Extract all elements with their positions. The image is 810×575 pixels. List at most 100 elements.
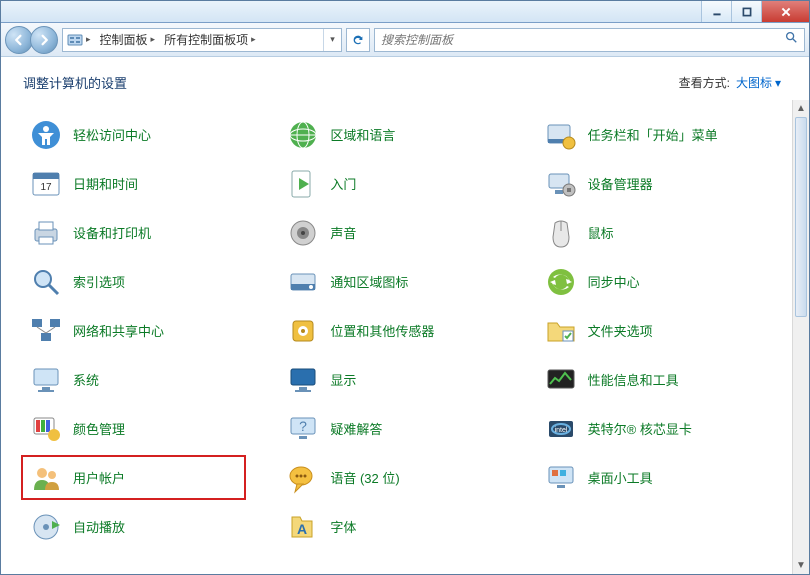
cp-item-label: 桌面小工具: [588, 468, 653, 487]
cp-item-sync-center[interactable]: 同步中心: [544, 257, 791, 306]
cp-item-devices-printers[interactable]: 设备和打印机: [29, 208, 276, 257]
cp-item-speech[interactable]: 语音 (32 位): [286, 453, 533, 502]
cp-item-autoplay[interactable]: 自动播放: [29, 502, 276, 551]
cp-item-label: 设备管理器: [588, 174, 653, 193]
cp-item-label: 系统: [73, 370, 99, 389]
content-header: 调整计算机的设置 查看方式: 大图标 ▾: [1, 57, 809, 100]
cp-item-notification-area[interactable]: 通知区域图标: [286, 257, 533, 306]
cp-item-taskbar-start[interactable]: 任务栏和「开始」菜单: [544, 110, 791, 159]
control-panel-icon: [67, 32, 83, 48]
cp-item-ease-of-access[interactable]: 轻松访问中心: [29, 110, 276, 159]
cp-item-location-sensors[interactable]: 位置和其他传感器: [286, 306, 533, 355]
mouse-icon: [544, 216, 578, 250]
minimize-button[interactable]: [701, 1, 731, 22]
breadcrumb-seg-0[interactable]: 控制面板 ▸: [96, 29, 161, 51]
cp-item-label: 鼠标: [588, 223, 614, 242]
cp-item-network-sharing[interactable]: 网络和共享中心: [29, 306, 276, 355]
cp-item-troubleshoot[interactable]: ? 疑难解答: [286, 404, 533, 453]
refresh-button[interactable]: [346, 28, 370, 52]
cp-item-user-accounts[interactable]: 用户帐户: [29, 453, 276, 502]
cp-item-device-manager[interactable]: 设备管理器: [544, 159, 791, 208]
chevron-right-icon: ▸: [251, 34, 256, 45]
cp-item-label: 文件夹选项: [588, 321, 653, 340]
fonts-icon: A: [286, 510, 320, 544]
breadcrumb-seg-1[interactable]: 所有控制面板项 ▸: [160, 29, 261, 51]
cp-item-display[interactable]: 显示: [286, 355, 533, 404]
performance-tools-icon: [544, 363, 578, 397]
cp-item-folder-options[interactable]: 文件夹选项: [544, 306, 791, 355]
cp-item-desktop-gadgets[interactable]: 桌面小工具: [544, 453, 791, 502]
cp-item-intel-graphics[interactable]: intel 英特尔® 核芯显卡: [544, 404, 791, 453]
forward-button[interactable]: [30, 26, 58, 54]
back-button[interactable]: [5, 26, 33, 54]
titlebar: [1, 1, 809, 23]
scroll-up-button[interactable]: ▲: [793, 100, 809, 117]
taskbar-start-icon: [544, 118, 578, 152]
svg-text:17: 17: [40, 182, 52, 193]
cp-item-label: 显示: [330, 370, 356, 389]
cp-item-indexing[interactable]: 索引选项: [29, 257, 276, 306]
cp-item-performance-tools[interactable]: 性能信息和工具: [544, 355, 791, 404]
cp-item-label: 区域和语言: [330, 125, 395, 144]
window: ▸ 控制面板 ▸ 所有控制面板项 ▸ ▾ 调整计算机的设置: [0, 0, 810, 575]
desktop-gadgets-icon: [544, 461, 578, 495]
view-mode: 查看方式: 大图标 ▾: [679, 74, 781, 91]
display-icon: [286, 363, 320, 397]
search-icon[interactable]: [784, 30, 798, 49]
folder-options-icon: [544, 314, 578, 348]
troubleshoot-icon: ?: [286, 412, 320, 446]
cp-item-getting-started[interactable]: 入门: [286, 159, 533, 208]
device-manager-icon: [544, 167, 578, 201]
cp-item-date-time[interactable]: 17 日期和时间: [29, 159, 276, 208]
address-bar[interactable]: ▸ 控制面板 ▸ 所有控制面板项 ▸ ▾: [62, 28, 342, 52]
cp-item-label: 通知区域图标: [330, 272, 408, 291]
cp-item-label: 自动播放: [73, 517, 125, 536]
cp-item-system[interactable]: 系统: [29, 355, 276, 404]
address-dropdown[interactable]: ▾: [323, 29, 341, 51]
devices-printers-icon: [29, 216, 63, 250]
navbar: ▸ 控制面板 ▸ 所有控制面板项 ▸ ▾: [1, 23, 809, 57]
breadcrumb-root-icon[interactable]: ▸: [63, 29, 96, 51]
cp-item-label: 轻松访问中心: [73, 125, 151, 144]
cp-item-label: 日期和时间: [73, 174, 138, 193]
view-dropdown[interactable]: 大图标 ▾: [736, 74, 781, 91]
chevron-down-icon: ▾: [775, 76, 781, 90]
cp-item-label: 声音: [330, 223, 356, 242]
cp-item-mouse[interactable]: 鼠标: [544, 208, 791, 257]
search-box[interactable]: [374, 28, 805, 52]
intel-graphics-icon: intel: [544, 412, 578, 446]
view-value: 大图标: [736, 74, 772, 91]
svg-text:intel: intel: [554, 427, 567, 434]
cp-item-fonts[interactable]: A 字体: [286, 502, 533, 551]
scrollbar[interactable]: ▲ ▼: [792, 100, 809, 574]
cp-item-label: 位置和其他传感器: [330, 321, 434, 340]
cp-item-label: 同步中心: [588, 272, 640, 291]
cp-item-label: 疑难解答: [330, 419, 382, 438]
scroll-down-button[interactable]: ▼: [793, 557, 809, 574]
cp-item-sound[interactable]: 声音: [286, 208, 533, 257]
region-language-icon: [286, 118, 320, 152]
content: 调整计算机的设置 查看方式: 大图标 ▾ 轻松访问中心 区域和语言 任务栏和「开始」…: [1, 57, 809, 574]
color-management-icon: [29, 412, 63, 446]
page-title: 调整计算机的设置: [23, 73, 127, 92]
cp-item-label: 用户帐户: [73, 468, 125, 487]
view-label: 查看方式:: [679, 74, 730, 91]
cp-item-region-language[interactable]: 区域和语言: [286, 110, 533, 159]
date-time-icon: 17: [29, 167, 63, 201]
close-button[interactable]: [761, 1, 809, 22]
cp-item-color-management[interactable]: 颜色管理: [29, 404, 276, 453]
maximize-button[interactable]: [731, 1, 761, 22]
cp-item-label: 字体: [330, 517, 356, 536]
getting-started-icon: [286, 167, 320, 201]
location-sensors-icon: [286, 314, 320, 348]
sound-icon: [286, 216, 320, 250]
scroll-thumb[interactable]: [795, 117, 807, 317]
svg-text:?: ?: [299, 418, 307, 434]
cp-item-label: 性能信息和工具: [588, 370, 679, 389]
cp-item-label: 设备和打印机: [73, 223, 151, 242]
cp-item-label: 英特尔® 核芯显卡: [588, 419, 692, 438]
cp-item-label: 颜色管理: [73, 419, 125, 438]
search-input[interactable]: [381, 33, 784, 47]
sync-center-icon: [544, 265, 578, 299]
breadcrumb-label: 控制面板: [100, 31, 148, 48]
